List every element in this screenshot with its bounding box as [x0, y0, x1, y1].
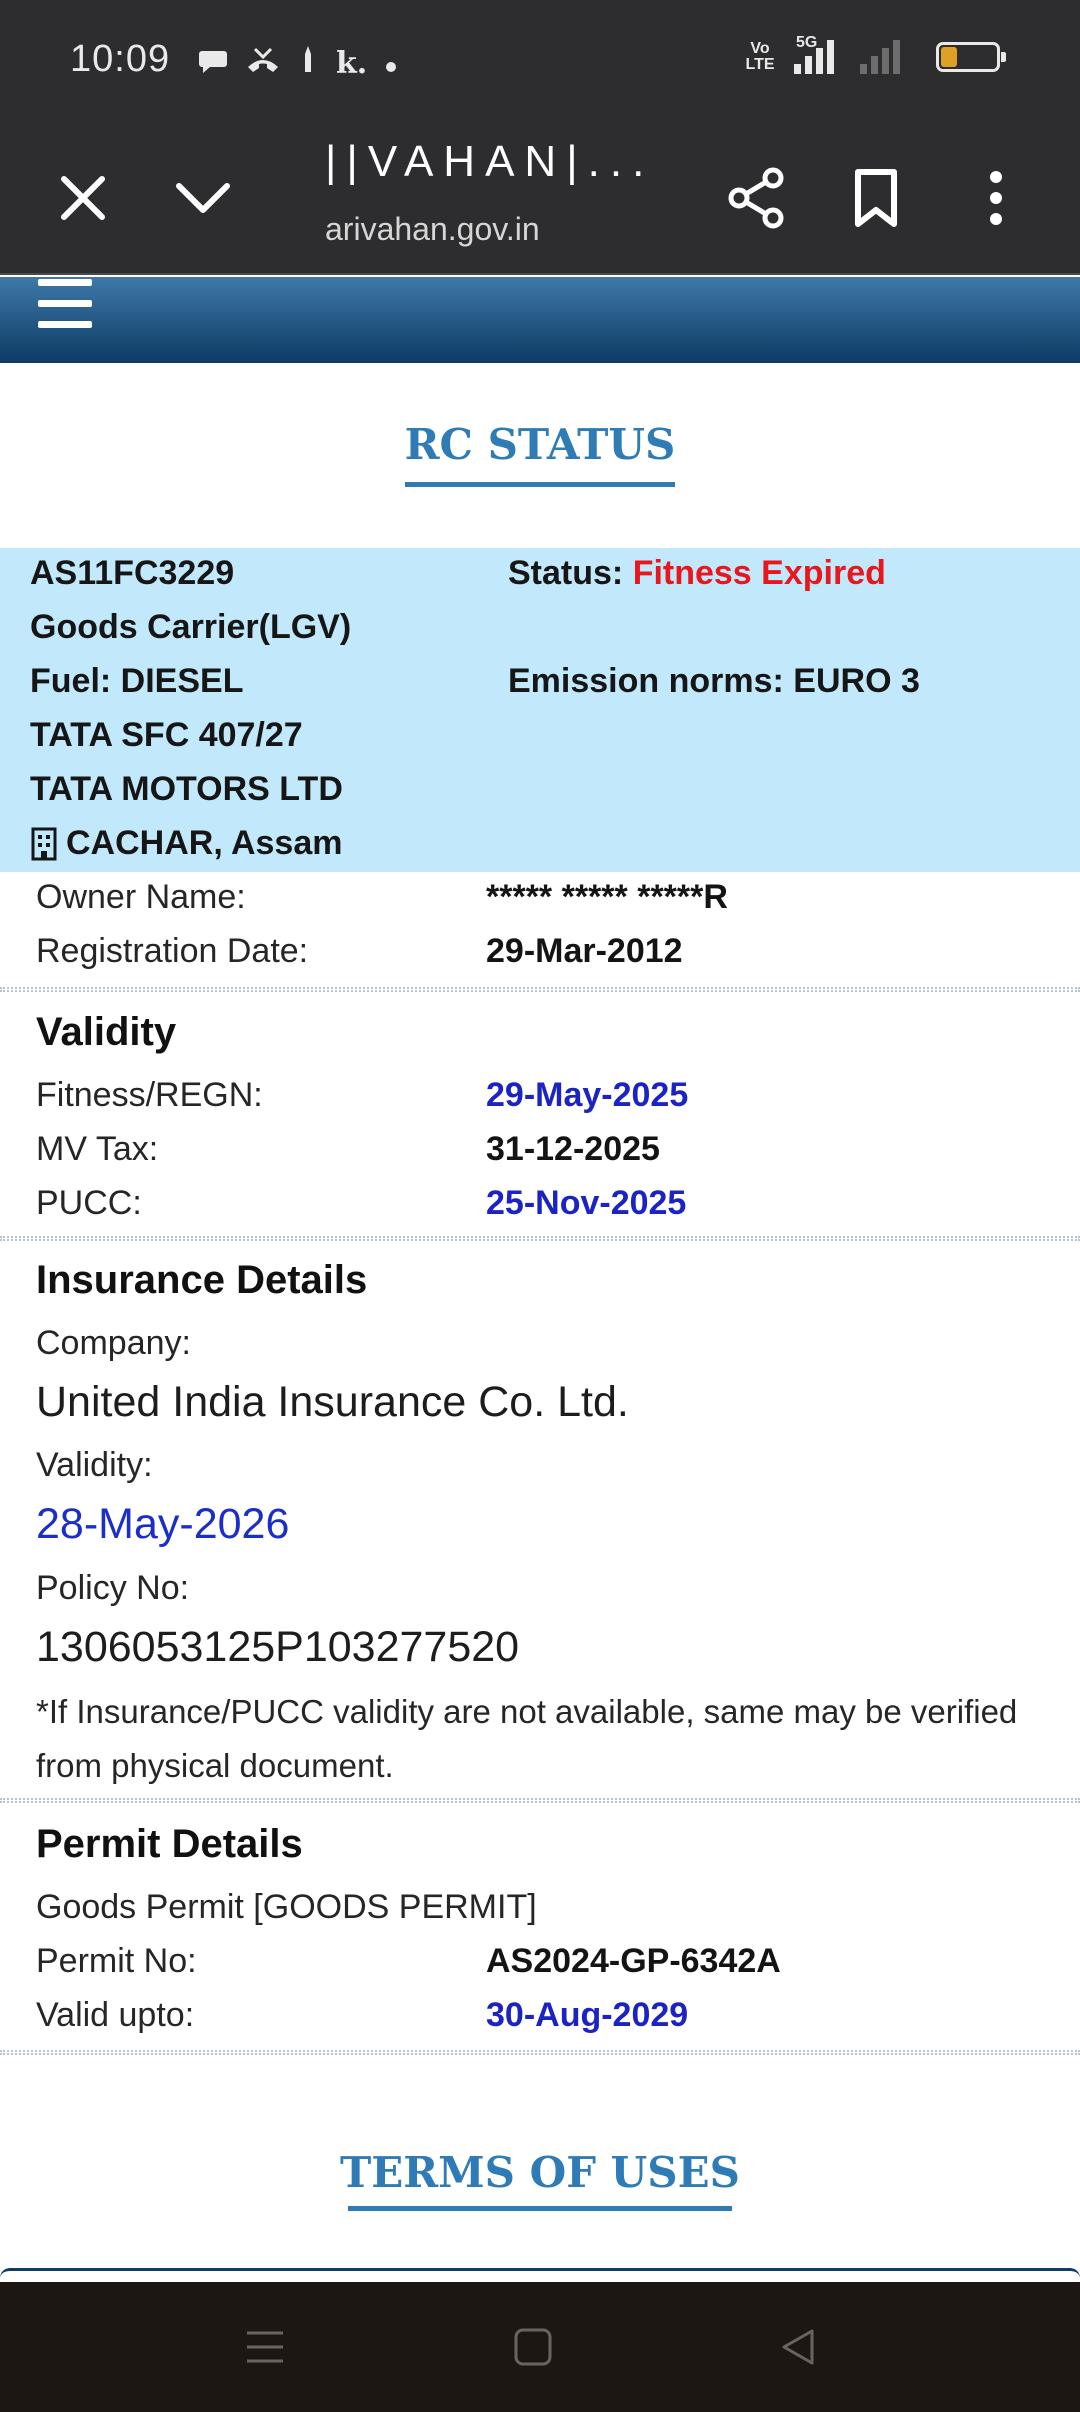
section-divider: [0, 1236, 1080, 1241]
share-button[interactable]: [712, 153, 802, 243]
validity-title: Validity: [36, 1010, 177, 1054]
close-icon: [61, 176, 105, 220]
rto-text: CACHAR, Assam: [66, 824, 343, 862]
pucc-value: 25-Nov-2025: [486, 1184, 687, 1222]
terms-of-uses-link[interactable]: TERMS OF USES: [340, 2148, 740, 2197]
pucc-label: PUCC:: [36, 1184, 142, 1222]
hamburger-menu-icon[interactable]: [38, 279, 92, 329]
section-divider: [0, 987, 1080, 992]
system-status-bar: 10:09 k. Vo LTE 5G 29: [0, 0, 1080, 115]
building-icon: [31, 827, 57, 860]
close-tab-button[interactable]: [38, 153, 128, 243]
rc-status-heading: RC STATUS: [404, 420, 676, 469]
site-header: [0, 277, 1080, 363]
browser-toolbar: ||VAHAN|... arivahan.gov.in: [0, 115, 1080, 275]
insurance-company-label: Company:: [36, 1324, 191, 1362]
page-title: ||VAHAN|...: [325, 137, 655, 186]
owner-name-value: ***** ***** *****R: [486, 878, 728, 916]
more-options-button[interactable]: [951, 153, 1041, 243]
insurance-note: *If Insurance/PUCC validity are not avai…: [36, 1693, 1018, 1784]
back-triangle-icon: [782, 2329, 814, 2365]
footer-edge: [0, 2268, 1080, 2278]
system-icons: Vo LTE 5G 29: [742, 34, 1006, 74]
notification-icons: k.: [198, 44, 397, 84]
volte-icon: Vo LTE: [745, 40, 775, 73]
fuel-type: Fuel: DIESEL: [30, 662, 244, 700]
permit-title: Permit Details: [36, 1822, 303, 1866]
terms-underline: [348, 2206, 732, 2211]
fitness-label: Fitness/REGN:: [36, 1076, 263, 1114]
permit-number-label: Permit No:: [36, 1942, 197, 1980]
registration-date-value: 29-Mar-2012: [486, 932, 683, 970]
chevron-down-icon: [176, 183, 230, 213]
menu-lines-icon: [247, 2331, 283, 2363]
permit-valid-value: 30-Aug-2029: [486, 1996, 689, 2034]
permit-type: Goods Permit [GOODS PERMIT]: [36, 1888, 537, 1926]
status-line: Status: Fitness Expired: [508, 554, 886, 593]
heading-underline: [405, 482, 675, 487]
section-divider: [0, 1798, 1080, 1803]
vehicle-maker: TATA MOTORS LTD: [30, 770, 343, 808]
more-vertical-icon: [990, 171, 1002, 225]
insurance-validity-value: 28-May-2026: [36, 1500, 290, 1548]
more-notifications-icon: [385, 47, 397, 81]
status-label: Status:: [508, 554, 633, 592]
url-text[interactable]: arivahan.gov.in: [325, 211, 540, 248]
recent-apps-button[interactable]: [225, 2312, 305, 2382]
mv-tax-value: 31-12-2025: [486, 1130, 660, 1168]
vehicle-summary-panel: AS11FC3229 Goods Carrier(LGV) Fuel: DIES…: [0, 548, 1080, 872]
vehicle-model: TATA SFC 407/27: [30, 716, 303, 754]
section-divider: [0, 2050, 1080, 2055]
permit-number-value: AS2024-GP-6342A: [486, 1942, 781, 1980]
battery-icon: 29: [936, 42, 1006, 72]
policy-number-label: Policy No:: [36, 1569, 190, 1607]
status-value: Fitness Expired: [632, 554, 886, 592]
signal-5g-icon: 5G: [794, 34, 844, 74]
signal-sim2-icon: [860, 40, 910, 74]
clock: 10:09: [70, 38, 171, 80]
insurance-validity-label: Validity:: [36, 1446, 153, 1484]
fitness-value: 29-May-2025: [486, 1076, 689, 1114]
registration-date-label: Registration Date:: [36, 932, 309, 970]
insurance-title: Insurance Details: [36, 1258, 368, 1302]
emission-norms: Emission norms: EURO 3: [508, 662, 920, 700]
missed-call-icon: [246, 45, 280, 83]
share-icon: [728, 167, 784, 229]
permit-valid-label: Valid upto:: [36, 1996, 195, 2034]
vehicle-class: Goods Carrier(LGV): [30, 608, 352, 646]
mv-tax-label: MV Tax:: [36, 1130, 159, 1168]
system-navigation-bar: [0, 2282, 1080, 2412]
bookmark-icon: [855, 169, 897, 227]
home-button[interactable]: [493, 2312, 573, 2382]
minimize-button[interactable]: [158, 153, 248, 243]
square-icon: [514, 2328, 552, 2366]
back-button[interactable]: [758, 2312, 838, 2382]
k-app-icon: k.: [336, 46, 368, 81]
policy-number-value: 1306053125P103277520: [36, 1623, 520, 1671]
battery-level: 29: [956, 46, 980, 68]
app-notification-icon: [298, 44, 318, 84]
bookmark-button[interactable]: [831, 153, 921, 243]
owner-name-label: Owner Name:: [36, 878, 246, 916]
rto-location: CACHAR, Assam: [30, 824, 342, 863]
chat-notification-icon: [198, 45, 228, 83]
insurance-company-value: United India Insurance Co. Ltd.: [36, 1378, 629, 1426]
registration-number: AS11FC3229: [30, 554, 235, 592]
network-type-label: 5G: [796, 34, 818, 51]
